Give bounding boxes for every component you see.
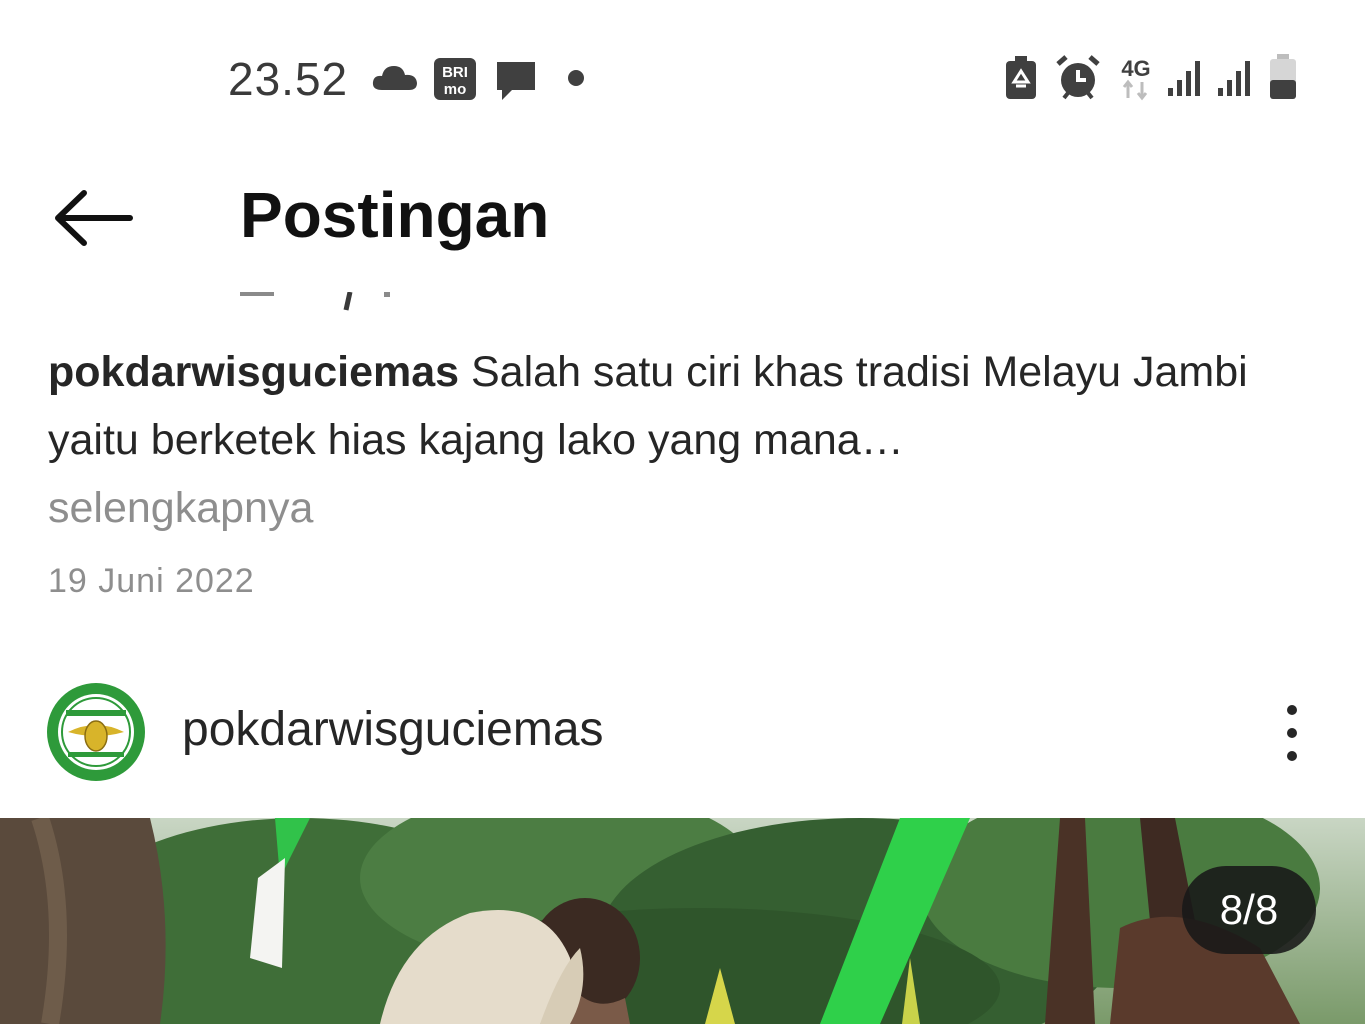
- status-time: 23.52: [228, 53, 349, 105]
- signal-icon: [1168, 61, 1200, 96]
- post-image[interactable]: [0, 818, 1365, 1024]
- status-bar: 23.52 BRI mo 4G: [0, 0, 1365, 160]
- top-app-bar: [0, 160, 1365, 280]
- post-date: 19 Juni 2022: [48, 562, 255, 600]
- battery-saver-icon: [1006, 56, 1036, 99]
- post-caption: pokdarwisguciemas Salah satu ciri khas t…: [48, 338, 1298, 542]
- image-counter-badge: 8/8: [1182, 866, 1316, 954]
- alarm-icon: [1056, 55, 1100, 100]
- page-title: Postingan: [240, 179, 550, 251]
- brimo-bottom-text: mo: [444, 81, 467, 98]
- network-type-text: 4G: [1121, 56, 1150, 81]
- more-vertical-icon: [1287, 705, 1297, 761]
- more-options-button[interactable]: [1270, 700, 1314, 766]
- battery-icon: [1270, 54, 1296, 99]
- post-username[interactable]: pokdarwisguciemas: [182, 702, 604, 757]
- dot-icon: [568, 70, 584, 86]
- brimo-top-text: BRI: [442, 64, 468, 81]
- more-link[interactable]: selengkapnya: [48, 484, 313, 532]
- avatar[interactable]: [46, 682, 146, 782]
- caption-username[interactable]: pokdarwisguciemas: [48, 348, 459, 396]
- scrolled-text-remnant: [240, 292, 390, 311]
- cloud-icon: [372, 66, 417, 90]
- network-4g-icon: 4G: [1121, 56, 1151, 101]
- brimo-app-icon: BRI mo: [434, 58, 476, 100]
- message-icon: [497, 62, 535, 100]
- back-button[interactable]: [50, 185, 140, 251]
- arrow-left-icon: [55, 190, 133, 246]
- signal-icon: [1218, 61, 1250, 96]
